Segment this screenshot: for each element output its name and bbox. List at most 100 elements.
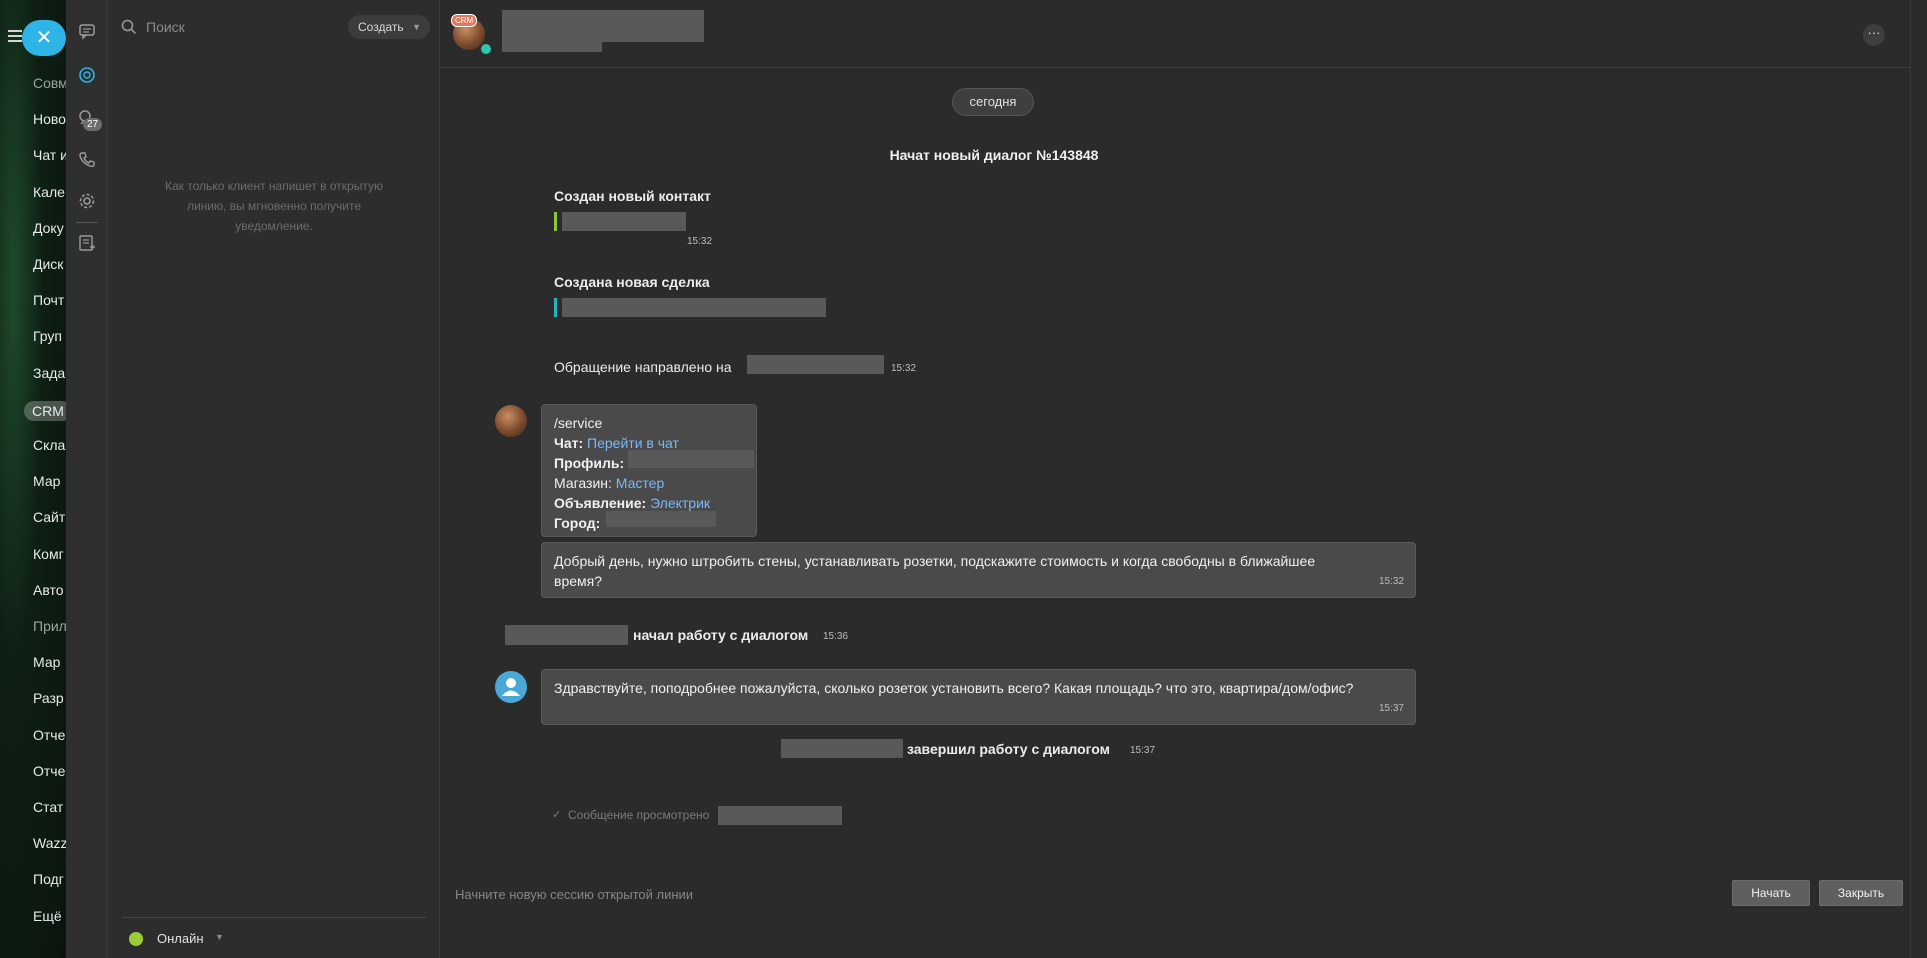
deal-link-redacted[interactable] [562, 298, 826, 317]
create-button[interactable]: Создать ▼ [348, 15, 430, 39]
read-by-redacted [718, 806, 842, 825]
city-value-redacted [606, 511, 716, 527]
operator-started-text: начал работу с диалогом [633, 627, 809, 643]
left-menu-item[interactable]: Wazz [33, 835, 66, 851]
messenger-icon-column: 27 [66, 0, 108, 958]
close-slider-button[interactable]: ✕ [22, 20, 66, 56]
info-ad-key: Объявление: [554, 495, 647, 511]
more-options-button[interactable]: ··· [1863, 24, 1885, 46]
search-input[interactable] [146, 16, 336, 38]
info-city-key: Город: [554, 515, 601, 531]
info-chat-key: Чат: [554, 435, 584, 451]
info-profile-key: Профиль: [554, 455, 625, 471]
app-window: ✕ Совм Ново Чат и Кале Доку Диск Почт Груп Зада C… [0, 0, 1927, 958]
contact-color-bar [554, 212, 557, 231]
openlines-list-panel: Создать ▼ Как только клиент напишет в от… [108, 0, 440, 958]
shop-link[interactable]: Мастер [616, 475, 664, 491]
portal-left-menu: ✕ Совм Ново Чат и Кале Доку Диск Почт Груп Зада C… [0, 0, 66, 958]
message-time: 15:32 [1378, 576, 1404, 587]
goto-chat-link[interactable]: Перейти в чат [587, 435, 679, 451]
operator-message-text: Здравствуйте, поподробнее пожалуйста, ск… [554, 680, 1354, 696]
ad-link[interactable]: Электрик [650, 495, 710, 511]
date-divider: сегодня [952, 88, 1034, 116]
chat-header: CRM ··· [440, 0, 1910, 68]
left-menu-item[interactable]: Авто [33, 582, 64, 598]
left-menu-item[interactable]: Отче [33, 727, 65, 743]
openlines-icon[interactable] [77, 65, 97, 85]
left-menu-item[interactable]: Совм [33, 75, 66, 91]
left-menu-item[interactable]: Груп [33, 328, 62, 344]
profile-value-redacted [628, 450, 754, 468]
crm-badge: CRM [451, 14, 478, 27]
deal-created-title: Создана новая сделка [554, 274, 710, 290]
client-info-bubble: /service Чат: Перейти в чат Профиль: Маг… [541, 404, 757, 537]
left-menu-item[interactable]: Стат [33, 799, 63, 815]
left-menu-item[interactable]: Ново [33, 111, 66, 127]
left-menu-item[interactable]: Почт [33, 292, 64, 308]
forwarded-label: Обращение направлено на [554, 359, 732, 375]
message-time: 15:37 [1378, 703, 1404, 714]
notifications-badge: 27 [83, 118, 103, 131]
phone-icon[interactable] [77, 150, 97, 170]
chevron-down-icon: ▼ [412, 22, 421, 32]
info-shop-key: Магазин: [554, 475, 612, 491]
online-status-dot [129, 932, 143, 946]
left-menu-item[interactable]: Доку [33, 220, 64, 236]
contact-created-title: Создан новый контакт [554, 188, 711, 204]
close-button[interactable]: Закрыть [1819, 880, 1903, 906]
search-icon [121, 19, 137, 35]
left-menu-item[interactable]: Подг [33, 871, 64, 887]
start-button[interactable]: Начать [1732, 880, 1810, 906]
operator-name-redacted [781, 739, 903, 758]
chat-area: CRM ··· сегодня Начат новый диалог №1438… [440, 0, 1927, 958]
left-menu-item[interactable]: Мар [33, 654, 60, 670]
dialog-started-message: Начат новый диалог №143848 [889, 147, 1099, 163]
left-menu-item[interactable]: Разр [33, 690, 64, 706]
left-menu-item[interactable]: Мар [33, 473, 60, 489]
client-message-text: Добрый день, нужно штробить стены, устан… [554, 553, 1316, 589]
info-command: /service [554, 415, 603, 431]
hamburger-icon[interactable] [8, 30, 22, 42]
icon-divider [76, 222, 98, 223]
scrollbar[interactable] [1910, 0, 1927, 958]
operator-avatar[interactable] [495, 671, 527, 703]
status-label: Онлайн [157, 931, 204, 946]
message-time: 15:36 [823, 631, 849, 642]
operator-name-redacted [505, 625, 628, 645]
status-selector[interactable]: Онлайн ▼ [122, 917, 426, 958]
left-menu-item[interactable]: Ещё [33, 908, 62, 924]
message-time: 15:32 [687, 236, 713, 247]
client-message-bubble: Добрый день, нужно штробить стены, устан… [541, 542, 1416, 598]
read-receipt-text: Сообщение просмотрено [568, 808, 710, 822]
deal-color-bar [554, 298, 557, 317]
user-icon [502, 678, 520, 696]
openline-source-icon [479, 42, 493, 56]
left-menu-item[interactable]: Комг [33, 546, 64, 562]
client-name-redacted [502, 10, 704, 42]
left-menu-item[interactable]: CRM [24, 400, 66, 421]
left-menu-item[interactable]: Диск [33, 256, 63, 272]
left-menu-item[interactable]: Прил [33, 618, 66, 634]
left-menu-item[interactable]: Отче [33, 763, 65, 779]
message-time: 15:32 [891, 363, 917, 374]
left-menu-item[interactable]: Зада [33, 365, 65, 381]
left-menu-item[interactable]: Сайт [33, 509, 65, 525]
create-button-label: Создать [358, 20, 404, 34]
empty-list-hint: Как только клиент напишет в открытую лин… [165, 179, 383, 233]
left-menu-item[interactable]: Кале [33, 184, 65, 200]
forwarded-operator-redacted [747, 355, 884, 374]
operator-finished-text: завершил работу с диалогом [907, 741, 1111, 757]
chat-icon[interactable] [77, 21, 97, 41]
check-icon: ✓ [552, 809, 562, 821]
client-subtitle-redacted [502, 42, 602, 52]
left-menu-item[interactable]: Чат и [33, 147, 66, 163]
tasks-icon[interactable] [77, 233, 97, 253]
left-menu-item[interactable]: Скла [33, 437, 65, 453]
operator-message-bubble: Здравствуйте, поподробнее пожалуйста, ск… [541, 669, 1416, 725]
contact-link-redacted[interactable] [562, 212, 686, 231]
new-session-hint: Начните новую сессию открытой линии [455, 887, 694, 902]
message-time: 15:37 [1130, 745, 1156, 756]
settings-icon[interactable] [77, 191, 97, 211]
chevron-down-icon: ▼ [215, 932, 224, 942]
client-message-avatar[interactable] [495, 405, 527, 437]
